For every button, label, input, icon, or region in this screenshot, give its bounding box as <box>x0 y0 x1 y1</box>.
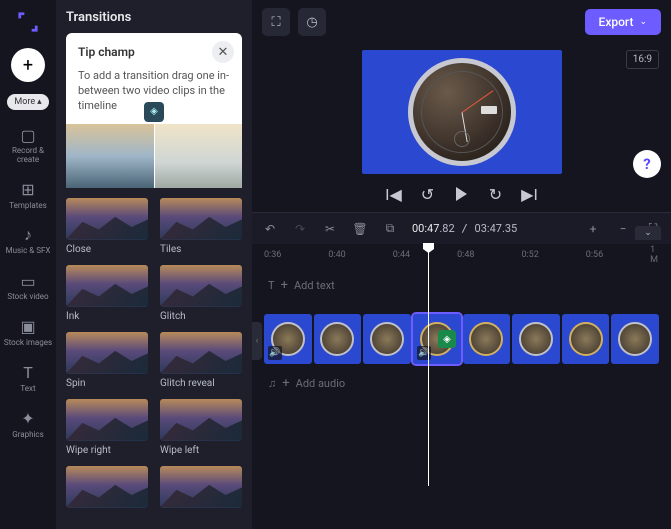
sparkle-icon: ✦ <box>19 410 37 428</box>
rewind-button[interactable]: ↺ <box>420 186 436 202</box>
time-display: 00:47.82 / 03:47.35 <box>412 222 517 235</box>
watch-face <box>408 58 516 166</box>
ruler-tick: 0:44 <box>393 250 410 260</box>
stage: 16:9 I◀ ↺ ↻ ▶I <box>252 44 671 212</box>
transition-marker-icon[interactable]: ◈ <box>438 330 456 348</box>
ruler-tick: 0:36 <box>264 250 281 260</box>
image-icon: ▣ <box>19 318 37 336</box>
duplicate-button[interactable]: ⧉ <box>382 221 398 236</box>
tip-card: ✕ Tip champ To add a transition drag one… <box>66 33 242 188</box>
preview-video[interactable] <box>362 50 562 174</box>
speaker-icon: 🔊 <box>268 346 282 360</box>
rail-stock-video[interactable]: ▭Stock video <box>0 266 56 308</box>
left-rail: + More▴ ▢Record & create ⊞Templates ♪Mus… <box>0 0 56 529</box>
zoom-out-button[interactable]: − <box>615 222 631 236</box>
tip-close-button[interactable]: ✕ <box>212 41 234 63</box>
transition-glitch[interactable]: Glitch <box>160 265 242 322</box>
resize-button[interactable]: ⛶ <box>262 8 290 36</box>
skip-end-button[interactable]: ▶I <box>522 186 538 202</box>
delete-button[interactable]: 🗑 <box>352 222 368 236</box>
transition-extra[interactable] <box>160 466 242 508</box>
transition-extra[interactable] <box>66 466 148 508</box>
aspect-ratio-button[interactable]: 16:9 <box>626 50 659 69</box>
export-button[interactable]: Export⌄ <box>585 9 661 35</box>
add-text-button[interactable]: T+Add text <box>264 270 659 301</box>
tip-illustration: ◈ <box>66 124 242 188</box>
history-button[interactable]: ◷ <box>298 8 326 36</box>
app-logo <box>14 8 42 36</box>
playback-controls: I◀ ↺ ↻ ▶I <box>386 174 538 212</box>
video-clip[interactable] <box>363 314 411 364</box>
ruler-tick: 0:40 <box>328 250 345 260</box>
transition-glitch-reveal[interactable]: Glitch reveal <box>160 332 242 389</box>
undo-button[interactable]: ↶ <box>262 222 278 236</box>
video-clip[interactable] <box>463 314 511 364</box>
audio-track-icon: ♫ <box>268 377 276 390</box>
collapse-stage-button[interactable]: ⌄ <box>635 226 661 240</box>
transition-token-icon: ◈ <box>144 102 164 122</box>
rail-music[interactable]: ♪Music & SFX <box>0 220 56 262</box>
panel-collapse-handle[interactable]: ‹ <box>252 322 262 360</box>
ruler-tick: 1 M <box>650 245 659 265</box>
add-audio-button[interactable]: ♫+Add audio <box>264 368 659 399</box>
audio-track[interactable]: ♫+Add audio <box>264 368 659 408</box>
play-button[interactable] <box>454 186 470 202</box>
rail-stock-images[interactable]: ▣Stock images <box>0 312 56 354</box>
help-button[interactable]: ? <box>633 150 661 178</box>
transitions-panel: Transitions ✕ Tip champ To add a transit… <box>56 0 252 529</box>
rail-templates[interactable]: ⊞Templates <box>0 175 56 217</box>
ruler-tick: 0:56 <box>586 250 603 260</box>
grid-icon: ⊞ <box>19 181 37 199</box>
video-clip[interactable] <box>562 314 610 364</box>
text-track[interactable]: T+Add text <box>264 270 659 310</box>
rail-text[interactable]: TText <box>0 358 56 400</box>
top-toolbar: ⛶ ◷ Export⌄ <box>252 0 671 44</box>
panel-title: Transitions <box>66 10 242 25</box>
ruler-tick: 0:48 <box>457 250 474 260</box>
video-clip[interactable] <box>314 314 362 364</box>
tip-title: Tip champ <box>78 45 230 59</box>
main-area: ⛶ ◷ Export⌄ 16:9 I◀ ↺ ↻ ▶I ? ⌄ ↶ ↷ ✂ 🗑 ⧉… <box>252 0 671 529</box>
rail-graphics[interactable]: ✦Graphics <box>0 404 56 446</box>
video-clip[interactable] <box>611 314 659 364</box>
timeline-toolbar: ↶ ↷ ✂ 🗑 ⧉ 00:47.82 / 03:47.35 + − ⛶ <box>252 212 671 244</box>
transition-ink[interactable]: Ink <box>66 265 148 322</box>
text-track-icon: T <box>268 279 275 292</box>
video-clip[interactable]: 🔊 <box>264 314 312 364</box>
time-ruler[interactable]: 0:36 0:40 0:44 0:48 0:52 0:56 1 M <box>252 244 671 266</box>
camcorder-icon: ▢ <box>19 126 37 144</box>
transition-spin[interactable]: Spin <box>66 332 148 389</box>
timeline[interactable]: T+Add text 🔊 🔊 ◈ ♫+Add audio <box>252 266 671 529</box>
music-icon: ♪ <box>19 226 37 244</box>
rail-record-create[interactable]: ▢Record & create <box>0 120 56 171</box>
film-icon: ▭ <box>19 272 37 290</box>
transition-wipe-right[interactable]: Wipe right <box>66 399 148 456</box>
ruler-tick: 0:52 <box>521 250 538 260</box>
add-button[interactable]: + <box>11 48 45 82</box>
text-icon: T <box>19 364 37 382</box>
transition-close[interactable]: Close <box>66 198 148 255</box>
zoom-in-button[interactable]: + <box>585 222 601 236</box>
video-clip[interactable] <box>512 314 560 364</box>
transition-tiles[interactable]: Tiles <box>160 198 242 255</box>
transition-wipe-left[interactable]: Wipe left <box>160 399 242 456</box>
skip-start-button[interactable]: I◀ <box>386 186 402 202</box>
video-track[interactable]: 🔊 🔊 ◈ <box>264 314 659 364</box>
speaker-icon: 🔊 <box>417 346 431 360</box>
transition-grid: Close Tiles Ink Glitch Spin Glitch revea… <box>66 198 242 508</box>
forward-button[interactable]: ↻ <box>488 186 504 202</box>
redo-button[interactable]: ↷ <box>292 222 308 236</box>
more-pill[interactable]: More▴ <box>7 94 48 110</box>
split-button[interactable]: ✂ <box>322 222 338 236</box>
